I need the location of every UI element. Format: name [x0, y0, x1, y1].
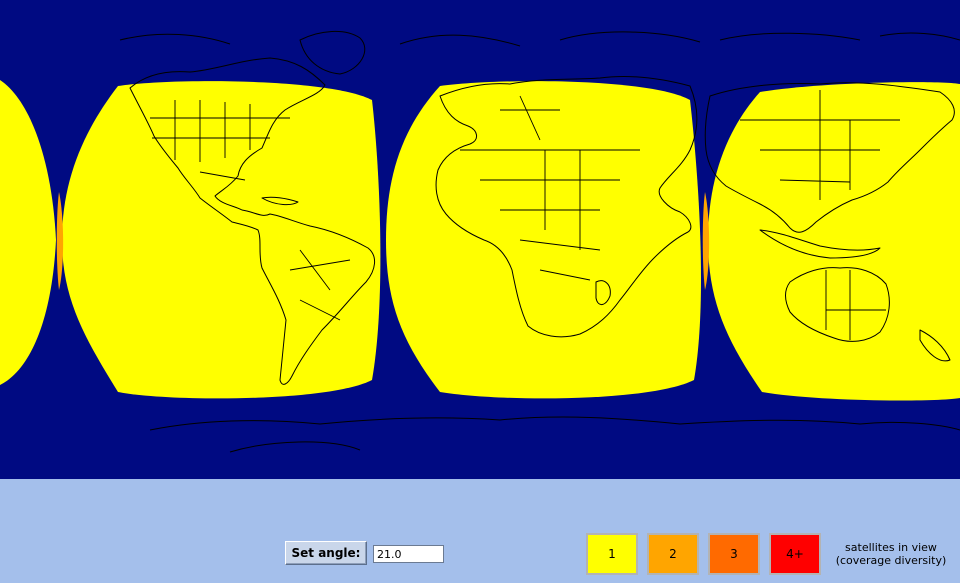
- legend-label-3: 3: [730, 547, 738, 561]
- legend-caption-line1: satellites in view: [845, 541, 937, 554]
- footprint-asia-pacific: [708, 82, 960, 401]
- angle-input[interactable]: [373, 545, 444, 563]
- legend-swatch-1: 1: [586, 533, 638, 575]
- coverage-map: [0, 0, 960, 479]
- coverage-footprints: [0, 80, 960, 401]
- legend-caption: satellites in view (coverage diversity): [832, 541, 950, 567]
- legend-label-1: 1: [608, 547, 616, 561]
- legend-swatch-4plus: 4+: [769, 533, 821, 575]
- legend-label-4plus: 4+: [786, 547, 804, 561]
- legend-swatch-3: 3: [708, 533, 760, 575]
- footprint-africa-europe: [386, 81, 702, 399]
- set-angle-button[interactable]: Set angle:: [285, 541, 367, 565]
- footprint-americas: [62, 81, 381, 399]
- legend-swatch-2: 2: [647, 533, 699, 575]
- legend-label-2: 2: [669, 547, 677, 561]
- control-panel: Set angle: 1 2 3 4+ satellites in view (…: [0, 479, 960, 583]
- legend-caption-line2: (coverage diversity): [835, 554, 947, 567]
